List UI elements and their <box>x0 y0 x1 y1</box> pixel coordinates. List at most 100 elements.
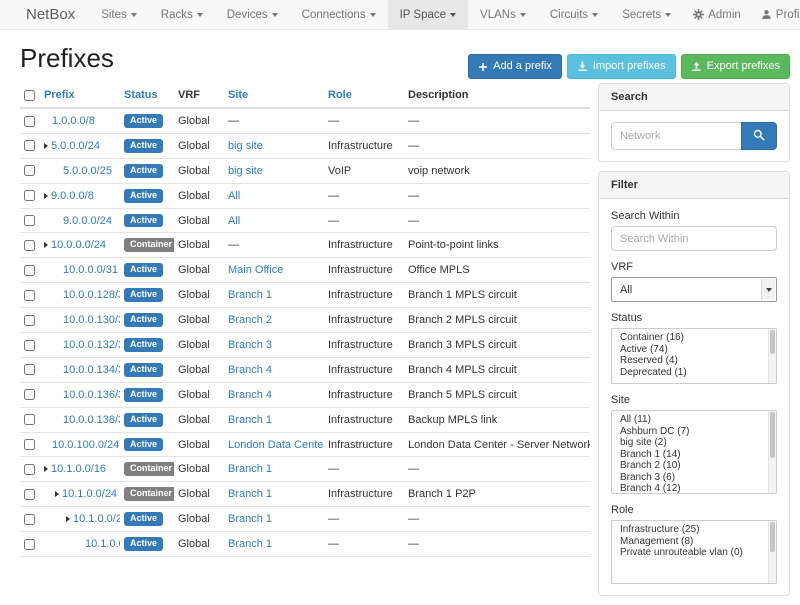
brand[interactable]: NetBox <box>12 0 89 29</box>
row-checkbox[interactable] <box>24 340 35 351</box>
expand-arrow-icon[interactable] <box>44 242 48 248</box>
listbox-option[interactable]: All (11) <box>612 414 776 426</box>
row-checkbox[interactable] <box>24 439 35 450</box>
row-checkbox[interactable] <box>24 190 35 201</box>
nav-item-secrets[interactable]: Secrets <box>610 0 683 29</box>
scrollbar[interactable] <box>768 521 776 583</box>
site-link[interactable]: Branch 1 <box>228 513 272 525</box>
search-button[interactable] <box>741 122 777 150</box>
site-link[interactable]: Branch 1 <box>228 289 272 301</box>
select-all-checkbox[interactable] <box>24 90 35 101</box>
prefix-link[interactable]: 10.0.100.0/24 <box>52 439 119 451</box>
site-link[interactable]: big site <box>228 140 263 152</box>
site-link[interactable]: All <box>228 190 240 202</box>
listbox-option[interactable]: Deprecated (1) <box>612 367 776 379</box>
prefix-link[interactable]: 10.0.0.134/31 <box>63 364 120 376</box>
search-within-input[interactable] <box>611 226 777 251</box>
site-link[interactable]: All <box>228 215 240 227</box>
listbox-option[interactable]: Private unrouteable vlan (0) <box>612 547 776 559</box>
nav-item-ip-space[interactable]: IP Space <box>388 0 468 29</box>
scrollbar[interactable] <box>768 411 776 493</box>
listbox-option[interactable]: Branch 4 (12) <box>612 483 776 494</box>
prefix-link[interactable]: 10.1.0.0/24 <box>62 488 117 500</box>
row-checkbox[interactable] <box>24 414 35 425</box>
site-link[interactable]: big site <box>228 165 263 177</box>
site-link[interactable]: Branch 3 <box>228 339 272 351</box>
row-checkbox[interactable] <box>24 464 35 475</box>
prefix-link[interactable]: 5.0.0.0/24 <box>51 140 100 152</box>
prefix-link[interactable]: 10.0.0.128/31 <box>63 289 120 301</box>
listbox-option[interactable]: big site (2) <box>612 437 776 449</box>
row-checkbox[interactable] <box>24 165 35 176</box>
column-header-prefix[interactable]: Prefix <box>40 83 120 108</box>
row-checkbox[interactable] <box>24 290 35 301</box>
expand-arrow-icon[interactable] <box>66 516 70 522</box>
site-link[interactable]: Branch 2 <box>228 314 272 326</box>
prefix-link[interactable]: 9.0.0.0/8 <box>51 190 94 202</box>
listbox-option[interactable]: Reserved (4) <box>612 355 776 367</box>
import-prefixes-button[interactable]: Import prefixes <box>567 54 676 79</box>
prefix-link[interactable]: 10.1.0.0/25 <box>73 513 120 525</box>
row-checkbox[interactable] <box>24 116 35 127</box>
site-link[interactable]: Branch 4 <box>228 364 272 376</box>
column-header-site[interactable]: Site <box>224 83 324 108</box>
expand-arrow-icon[interactable] <box>44 466 48 472</box>
row-checkbox[interactable] <box>24 215 35 226</box>
nav-item-profile[interactable]: Profile <box>751 0 800 29</box>
prefix-link[interactable]: 9.0.0.0/24 <box>63 215 112 227</box>
listbox-option[interactable]: Branch 1 (14) <box>612 449 776 461</box>
row-checkbox[interactable] <box>24 489 35 500</box>
nav-item-devices[interactable]: Devices <box>215 0 290 29</box>
row-checkbox[interactable] <box>24 265 35 276</box>
site-link[interactable]: Branch 4 <box>228 389 272 401</box>
nav-item-vlans[interactable]: VLANs <box>468 0 538 29</box>
nav-item-racks[interactable]: Racks <box>149 0 215 29</box>
prefix-link[interactable]: 10.1.0.0/26 <box>85 538 120 550</box>
row-checkbox[interactable] <box>24 364 35 375</box>
site-link[interactable]: Branch 1 <box>228 488 272 500</box>
prefix-link[interactable]: 10.0.0.130/31 <box>63 314 120 326</box>
listbox-option[interactable]: Management (8) <box>612 536 776 548</box>
listbox-option[interactable]: Infrastructure (25) <box>612 524 776 536</box>
nav-item-sites[interactable]: Sites <box>89 0 149 29</box>
prefix-link[interactable]: 10.0.0.0/24 <box>51 239 106 251</box>
prefix-link[interactable]: 10.1.0.0/16 <box>51 463 106 475</box>
column-header-status[interactable]: Status <box>120 83 174 108</box>
listbox-option[interactable]: Branch 3 (6) <box>612 472 776 484</box>
row-checkbox[interactable] <box>24 140 35 151</box>
nav-item-circuits[interactable]: Circuits <box>538 0 610 29</box>
prefix-link[interactable]: 1.0.0.0/8 <box>52 115 95 127</box>
listbox-option[interactable]: Container (16) <box>612 332 776 344</box>
prefix-link[interactable]: 10.0.0.0/31 <box>63 264 118 276</box>
vrf-select[interactable]: All <box>611 277 777 302</box>
listbox-option[interactable]: Branch 2 (10) <box>612 460 776 472</box>
row-checkbox[interactable] <box>24 514 35 525</box>
row-checkbox[interactable] <box>24 539 35 550</box>
site-link[interactable]: Branch 1 <box>228 538 272 550</box>
listbox-option[interactable]: Ashburn DC (7) <box>612 426 776 438</box>
row-checkbox[interactable] <box>24 389 35 400</box>
add-a-prefix-button[interactable]: Add a prefix <box>468 54 562 79</box>
export-prefixes-button[interactable]: Export prefixes <box>681 54 790 79</box>
scrollbar-thumb[interactable] <box>770 330 775 354</box>
nav-item-admin[interactable]: Admin <box>683 0 751 29</box>
scrollbar-thumb[interactable] <box>770 412 775 458</box>
expand-arrow-icon[interactable] <box>44 143 48 149</box>
site-link[interactable]: London Data Center <box>228 439 324 451</box>
search-input[interactable] <box>611 122 742 150</box>
prefix-link[interactable]: 10.0.0.132/31 <box>63 339 120 351</box>
scrollbar[interactable] <box>768 329 776 383</box>
prefix-link[interactable]: 10.0.0.136/31 <box>63 389 120 401</box>
site-link[interactable]: Branch 1 <box>228 414 272 426</box>
row-checkbox[interactable] <box>24 240 35 251</box>
expand-arrow-icon[interactable] <box>55 491 59 497</box>
scrollbar-thumb[interactable] <box>770 522 775 552</box>
role-listbox[interactable]: Infrastructure (25)Management (8)Private… <box>611 520 777 584</box>
row-checkbox[interactable] <box>24 315 35 326</box>
site-link[interactable]: Branch 1 <box>228 463 272 475</box>
column-header-role[interactable]: Role <box>324 83 404 108</box>
status-listbox[interactable]: Container (16)Active (74)Reserved (4)Dep… <box>611 328 777 384</box>
site-listbox[interactable]: All (11)Ashburn DC (7)big site (2)Branch… <box>611 410 777 494</box>
expand-arrow-icon[interactable] <box>44 193 48 199</box>
listbox-option[interactable]: Active (74) <box>612 344 776 356</box>
